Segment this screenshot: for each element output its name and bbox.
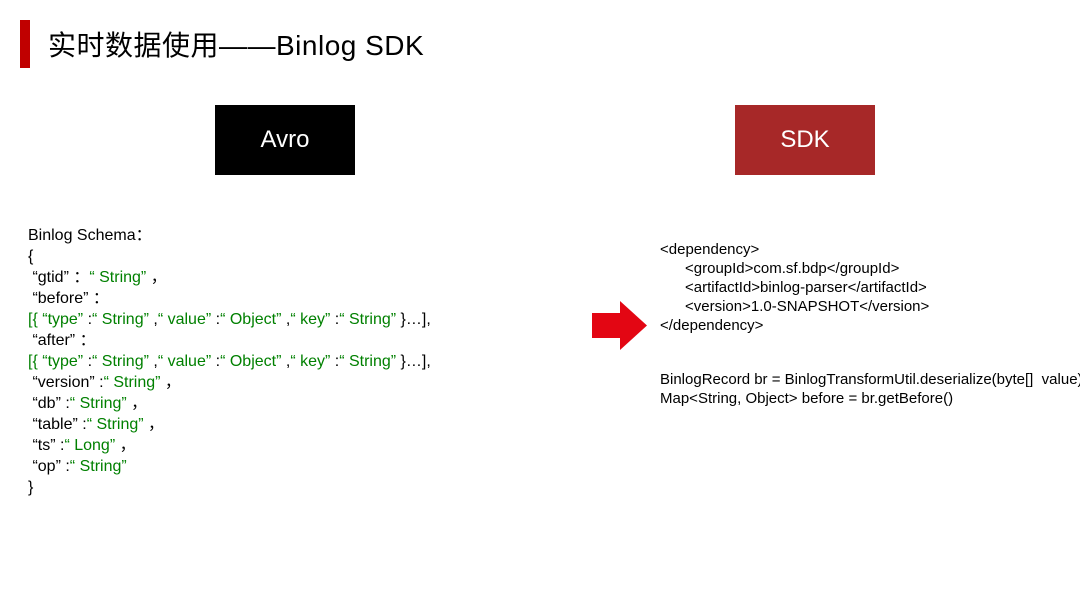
schema-gtid: “gtid” ：“ String” ， xyxy=(28,267,431,288)
avro-box: Avro xyxy=(215,105,355,175)
schema-before-key: “before” ： xyxy=(28,288,431,309)
schema-table: “table” :“ String” ， xyxy=(28,414,431,435)
schema-after-key: “after” ： xyxy=(28,330,431,351)
schema-op: “op” :“ String” xyxy=(28,456,431,477)
arrow-right-icon xyxy=(592,298,647,353)
schema-open: { xyxy=(28,246,431,267)
schema-version: “version” :“ String” ， xyxy=(28,372,431,393)
page-title: 实时数据使用——Binlog SDK xyxy=(48,24,424,64)
schema-close: } xyxy=(28,477,431,498)
binlog-schema: Binlog Schema： { “gtid” ：“ String” ， “be… xyxy=(28,225,431,498)
maven-dependency: <dependency> <groupId>com.sf.bdp</groupI… xyxy=(660,240,929,335)
schema-db: “db” :“ String” ， xyxy=(28,393,431,414)
schema-after-arr: [{ “type” :“ String” ,“ value” :“ Object… xyxy=(28,351,431,372)
schema-before-arr: [{ “type” :“ String” ,“ value” :“ Object… xyxy=(28,309,431,330)
title-row: 实时数据使用——Binlog SDK xyxy=(20,20,424,68)
accent-bar xyxy=(20,20,30,68)
schema-heading: Binlog Schema： xyxy=(28,225,431,246)
avro-label: Avro xyxy=(261,126,310,154)
usage-code: BinlogRecord br = BinlogTransformUtil.de… xyxy=(660,370,1080,408)
sdk-label: SDK xyxy=(780,126,829,154)
slide: 实时数据使用——Binlog SDK Avro SDK Binlog Schem… xyxy=(0,0,1080,608)
sdk-box: SDK xyxy=(735,105,875,175)
schema-ts: “ts” :“ Long” ， xyxy=(28,435,431,456)
